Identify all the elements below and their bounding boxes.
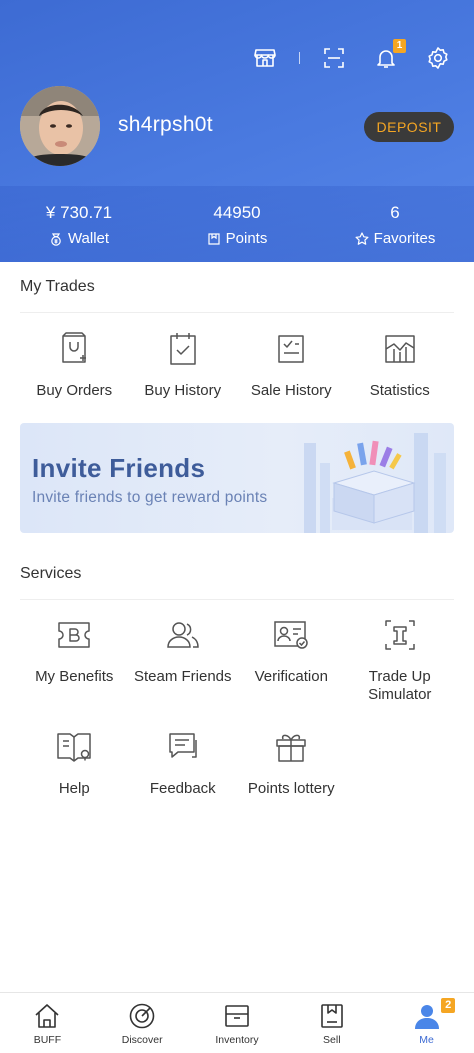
nav-me[interactable]: 2 Me (379, 993, 474, 1053)
trade-up-simulator-item[interactable]: Trade Up Simulator (346, 615, 455, 704)
profile-page: 1 sh4rpsh0t DEPOSIT ¥ 730.71 Wallet 4495… (0, 0, 474, 1053)
feedback-icon (163, 727, 203, 767)
sale-history-icon (271, 329, 311, 369)
help-label: Help (58, 780, 90, 797)
buy-history-label: Buy History (144, 382, 222, 399)
buy-orders-label: Buy Orders (36, 382, 113, 399)
star-icon (355, 231, 369, 245)
nav-sell[interactable]: Sell (284, 993, 379, 1053)
steam-friends-label: Steam Friends (133, 668, 232, 685)
nav-label-me: Me (419, 1034, 434, 1046)
bottom-nav: BUFF Discover Inventory Sell 2 Me (0, 992, 474, 1053)
invite-illustration-icon (304, 433, 446, 533)
nav-buff[interactable]: BUFF (0, 993, 95, 1053)
points-value: 44950 (213, 203, 261, 222)
stat-points[interactable]: 44950 Points (158, 186, 316, 262)
services-grid-row-1: My Benefits Steam Friends Verification T… (20, 615, 454, 704)
steam-friends-item[interactable]: Steam Friends (129, 615, 238, 704)
buy-orders-item[interactable]: Buy Orders (20, 329, 129, 400)
services-title: Services (20, 565, 82, 582)
me-icon (414, 1005, 439, 1029)
scan-icon[interactable] (316, 40, 352, 76)
avatar[interactable] (20, 86, 100, 166)
my-benefits-item[interactable]: My Benefits (20, 615, 129, 704)
nav-label-inventory: Inventory (215, 1034, 259, 1046)
my-benefits-label: My Benefits (35, 668, 114, 685)
invite-friends-banner[interactable]: Invite Friends Invite friends to get rew… (20, 423, 454, 533)
deposit-button[interactable]: DEPOSIT (364, 112, 454, 142)
statistics-item[interactable]: Statistics (346, 329, 455, 400)
statistics-icon (380, 329, 420, 369)
me-badge: 2 (441, 998, 456, 1013)
toolbar-separator (299, 52, 300, 64)
banner-subtitle: Invite friends to get reward points (32, 489, 268, 506)
username: sh4rpsh0t (118, 113, 213, 136)
points-icon (208, 232, 220, 245)
discover-icon (129, 1003, 155, 1029)
notification-bell-icon[interactable]: 1 (368, 39, 406, 76)
buy-orders-icon (54, 329, 94, 369)
sale-history-item[interactable]: Sale History (237, 329, 346, 400)
home-icon (35, 1004, 59, 1028)
points-lottery-label: Points lottery (247, 780, 335, 797)
wallet-icon (51, 232, 61, 246)
section-divider (20, 599, 454, 600)
inventory-icon (225, 1005, 249, 1027)
help-icon (54, 727, 94, 767)
favorites-count: 6 (390, 203, 400, 222)
feedback-item[interactable]: Feedback (129, 727, 238, 798)
feedback-label: Feedback (149, 780, 216, 797)
trade-up-icon (380, 615, 420, 655)
notification-badge: 1 (393, 39, 406, 53)
verification-icon (271, 615, 311, 655)
favorites-label: Favorites (373, 230, 436, 247)
verification-item[interactable]: Verification (237, 615, 346, 704)
benefits-icon (54, 615, 94, 655)
nav-label-sell: Sell (323, 1034, 341, 1046)
help-item[interactable]: Help (20, 727, 129, 798)
sell-icon (320, 1004, 343, 1028)
settings-gear-icon[interactable] (420, 40, 456, 76)
nav-discover[interactable]: Discover (95, 993, 190, 1053)
verification-label: Verification (254, 668, 328, 685)
stat-wallet[interactable]: ¥ 730.71 Wallet (0, 186, 158, 262)
services-grid-row-2: Help Feedback Points lottery (20, 727, 454, 798)
nav-label-buff: BUFF (33, 1034, 62, 1046)
points-lottery-item[interactable]: Points lottery (237, 727, 346, 798)
buy-history-icon (163, 329, 203, 369)
profile-header: 1 sh4rpsh0t DEPOSIT ¥ 730.71 Wallet 4495… (0, 0, 474, 262)
my-trades-grid: Buy Orders Buy History Sale History Stat… (20, 329, 454, 400)
wallet-balance: ¥ 730.71 (45, 203, 113, 222)
section-divider (20, 312, 454, 313)
sale-history-label: Sale History (250, 382, 332, 399)
account-stats: ¥ 730.71 Wallet 44950 Points 6 Favorites (0, 186, 474, 262)
header-toolbar: 1 (231, 39, 456, 76)
points-label: Points (225, 230, 268, 247)
trade-up-label: Trade Up Simulator (368, 668, 432, 703)
gift-icon (271, 727, 311, 767)
stat-favorites[interactable]: 6 Favorites (316, 186, 474, 262)
buy-history-item[interactable]: Buy History (129, 329, 238, 400)
nav-label-discover: Discover (121, 1034, 163, 1046)
wallet-label: Wallet (67, 230, 110, 247)
nav-inventory[interactable]: Inventory (190, 993, 285, 1053)
my-trades-title: My Trades (20, 278, 95, 295)
friends-icon (163, 615, 203, 655)
statistics-label: Statistics (369, 382, 430, 399)
store-icon[interactable] (247, 40, 283, 76)
banner-title: Invite Friends (32, 453, 206, 483)
